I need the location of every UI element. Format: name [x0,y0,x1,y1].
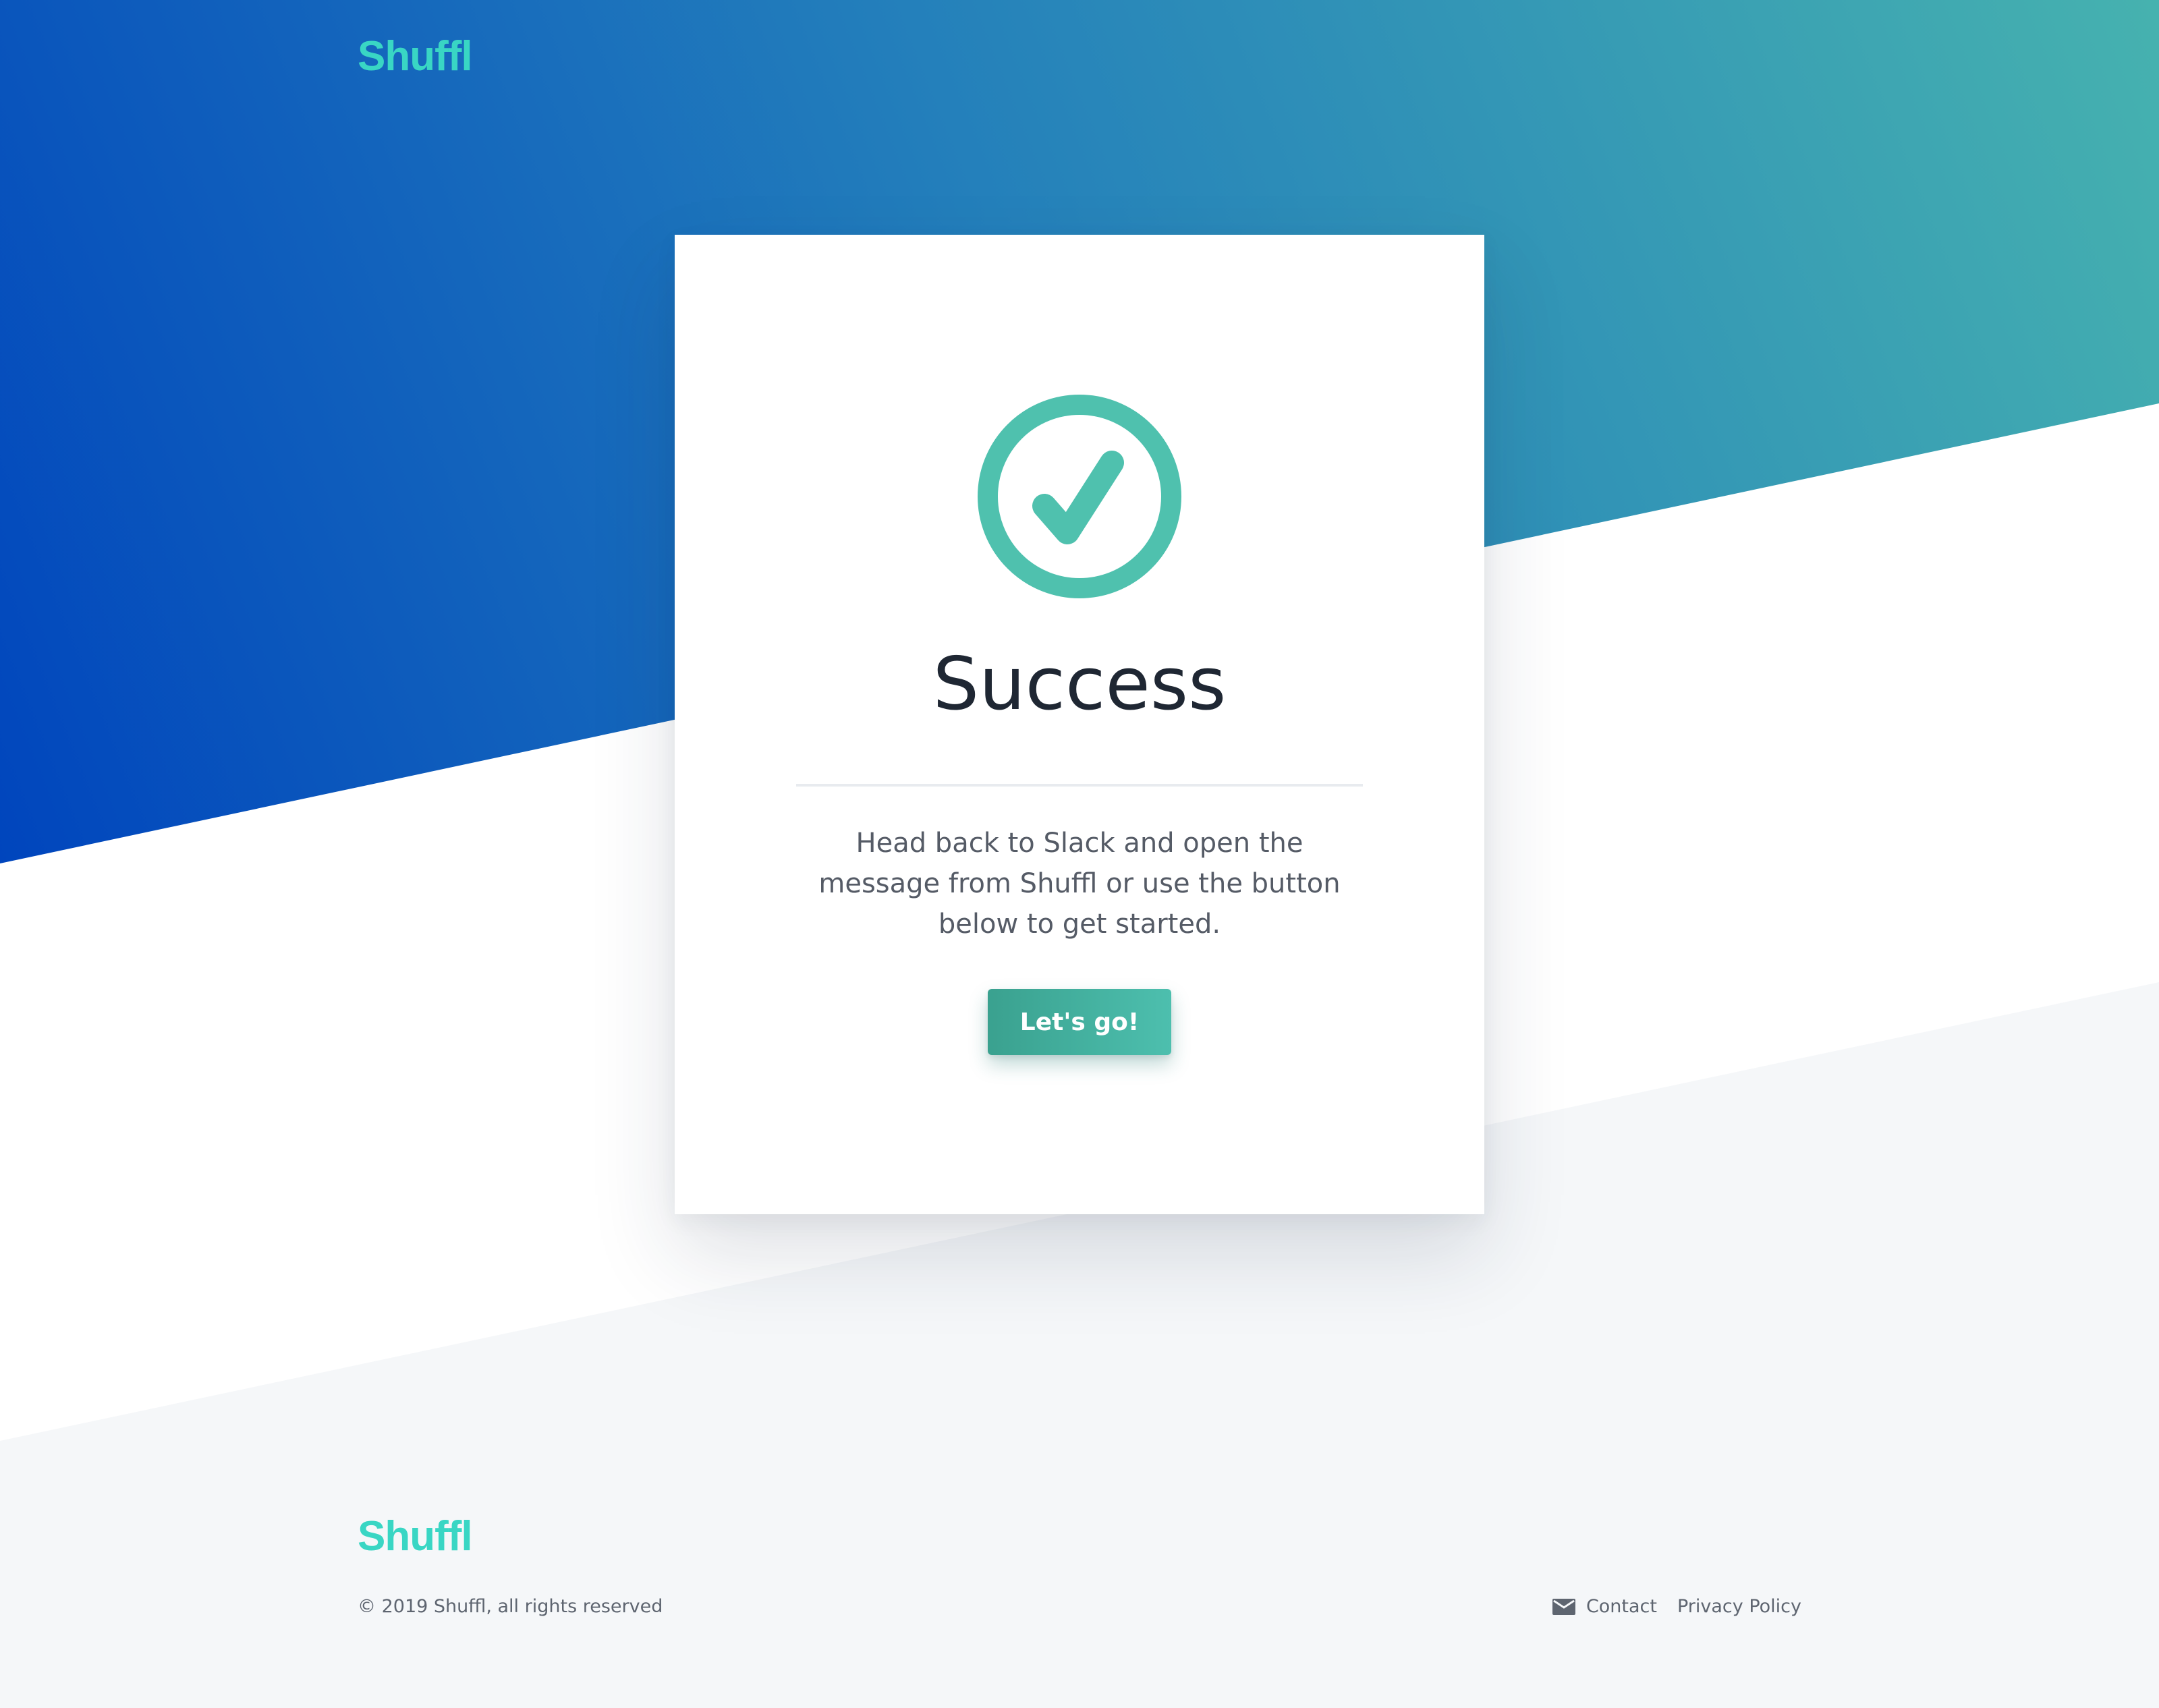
page-title: Success [932,642,1227,727]
copyright-text: © 2019 Shuffl, all rights reserved [358,1596,663,1617]
contact-label: Contact [1586,1596,1657,1617]
contact-link[interactable]: Contact [1552,1596,1657,1617]
footer-links: Contact Privacy Policy [1552,1596,1801,1617]
success-card: Success Head back to Slack and open the … [675,235,1484,1214]
lets-go-button[interactable]: Let's go! [988,989,1171,1055]
divider [796,784,1363,787]
check-circle-icon [978,395,1181,598]
footer-logo[interactable]: Shuffl [358,1512,473,1560]
privacy-policy-link[interactable]: Privacy Policy [1677,1596,1801,1617]
mail-icon [1552,1598,1575,1615]
header-logo[interactable]: Shuffl [358,32,473,80]
success-message: Head back to Slack and open the message … [818,828,1341,940]
footer: Shuffl © 2019 Shuffl, all rights reserve… [0,1504,2159,1707]
